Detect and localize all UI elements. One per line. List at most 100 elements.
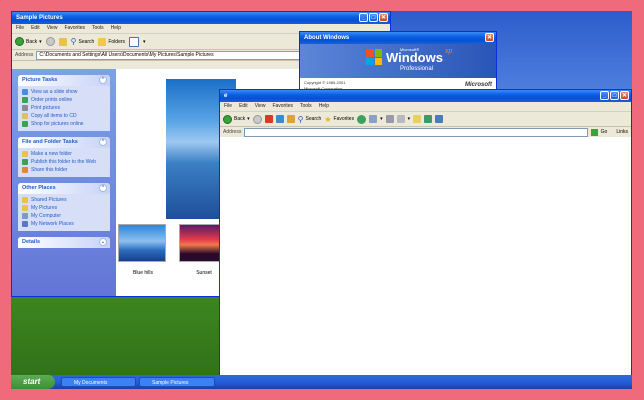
- refresh-icon[interactable]: [275, 115, 284, 123]
- task-pane: Picture Tasks ⌃ View as a slide show Ord…: [12, 69, 116, 296]
- up-folder-icon[interactable]: [58, 37, 67, 46]
- task-copy-cd[interactable]: Copy all items to CD: [18, 112, 110, 120]
- menu-edit[interactable]: Edit: [31, 24, 40, 33]
- taskbar-item-my-documents[interactable]: My Documents: [61, 377, 136, 387]
- links-button[interactable]: Links: [616, 129, 631, 135]
- print-icon[interactable]: [385, 115, 394, 123]
- search-icon: ⚲: [297, 114, 304, 124]
- microsoft-logo: Microsoft: [465, 82, 492, 88]
- task-slideshow[interactable]: View as a slide show: [18, 88, 110, 96]
- close-button[interactable]: ✕: [620, 91, 629, 100]
- close-button[interactable]: ✕: [485, 33, 494, 42]
- ie-titlebar[interactable]: e _ □ ✕: [220, 90, 631, 102]
- taskbar-item-sample-pictures[interactable]: Sample Pictures: [139, 377, 215, 387]
- xp-mark: xp: [445, 48, 453, 55]
- thumb-label: Blue hills: [132, 270, 153, 276]
- new-folder-icon: [22, 151, 28, 157]
- menu-help[interactable]: Help: [111, 24, 121, 33]
- ie-page-area[interactable]: [220, 137, 631, 388]
- menu-tools[interactable]: Tools: [92, 24, 104, 33]
- menu-file[interactable]: File: [16, 24, 24, 33]
- explorer-title: Sample Pictures: [16, 15, 63, 21]
- menu-view[interactable]: View: [255, 102, 266, 111]
- web-icon: [22, 121, 28, 127]
- minimize-button[interactable]: _: [359, 13, 368, 22]
- favorites-button[interactable]: ★ Favorites: [324, 115, 354, 124]
- start-label: start: [23, 377, 41, 386]
- folder-icon: [22, 197, 28, 203]
- address-label: Address: [15, 52, 34, 58]
- collapse-chevron-icon[interactable]: ⌃: [99, 184, 107, 192]
- maximize-button[interactable]: □: [369, 13, 378, 22]
- forward-arrow-icon[interactable]: [45, 37, 55, 46]
- folders-icon: [98, 37, 107, 46]
- menu-help[interactable]: Help: [319, 102, 329, 111]
- star-icon: ★: [324, 114, 332, 124]
- ie-toolbar: Back ▾ ⚲ Search ★ Favorites ▾ ▾: [220, 112, 631, 127]
- menu-tools[interactable]: Tools: [300, 102, 312, 111]
- menu-view[interactable]: View: [47, 24, 58, 33]
- details-header[interactable]: Details ⌄: [18, 237, 110, 248]
- maximize-button[interactable]: □: [610, 91, 619, 100]
- about-titlebar[interactable]: About Windows ✕: [300, 32, 496, 44]
- desktop: Sample Pictures _ □ ✕ File Edit View Fav…: [11, 11, 632, 389]
- go-button[interactable]: Go: [601, 129, 608, 135]
- other-places-header[interactable]: Other Places ⌃: [18, 183, 110, 194]
- research-icon[interactable]: [435, 115, 444, 123]
- menu-favorites[interactable]: Favorites: [272, 102, 293, 111]
- task-shop[interactable]: Shop for pictures online: [18, 120, 110, 128]
- ie-logo-icon: e: [224, 93, 228, 99]
- search-button[interactable]: ⚲ Search: [71, 37, 95, 46]
- place-my-pictures[interactable]: My Pictures: [18, 204, 110, 212]
- place-my-computer[interactable]: My Computer: [18, 212, 110, 220]
- back-button[interactable]: Back ▾: [223, 114, 250, 124]
- stop-icon[interactable]: [264, 115, 273, 123]
- file-tasks-header[interactable]: File and Folder Tasks ⌃: [18, 137, 110, 148]
- ie-address-input[interactable]: [244, 127, 588, 137]
- edit-icon[interactable]: [396, 115, 405, 123]
- task-share[interactable]: Share this folder: [18, 166, 110, 174]
- computer-icon: [22, 213, 28, 219]
- task-publish[interactable]: Publish this folder to the Web: [18, 158, 110, 166]
- start-button[interactable]: start: [11, 375, 55, 389]
- thumbnail-blue-hills[interactable]: Blue hills: [118, 224, 168, 276]
- windows-banner: Microsoft® Windows xp Professional: [300, 44, 496, 78]
- collapse-chevron-icon[interactable]: ⌃: [99, 76, 107, 84]
- blue-hills-image: [118, 224, 166, 262]
- picture-tasks-header[interactable]: Picture Tasks ⌃: [18, 75, 110, 86]
- task-order-prints[interactable]: Order prints online: [18, 96, 110, 104]
- menu-favorites[interactable]: Favorites: [64, 24, 85, 33]
- back-button[interactable]: Back ▾: [15, 37, 42, 46]
- place-network[interactable]: My Network Places: [18, 220, 110, 228]
- messenger-icon[interactable]: [424, 115, 433, 123]
- home-icon[interactable]: [286, 115, 295, 123]
- folders-button[interactable]: Folders: [98, 37, 125, 46]
- windows-brand: Windows: [386, 50, 443, 65]
- forward-arrow-icon[interactable]: [252, 114, 262, 124]
- discuss-icon[interactable]: [413, 115, 422, 123]
- search-button[interactable]: ⚲ Search: [298, 115, 322, 124]
- go-arrow-icon[interactable]: [590, 128, 598, 136]
- explorer-titlebar[interactable]: Sample Pictures _ □ ✕: [12, 12, 390, 24]
- close-button[interactable]: ✕: [379, 13, 388, 22]
- views-icon[interactable]: [129, 36, 140, 47]
- collapse-chevron-icon[interactable]: ⌃: [99, 138, 107, 146]
- menu-file[interactable]: File: [224, 102, 232, 111]
- task-print[interactable]: Print pictures: [18, 104, 110, 112]
- ie-menubar: File Edit View Favorites Tools Help: [220, 102, 631, 112]
- slideshow-icon: [22, 89, 28, 95]
- history-icon[interactable]: [357, 114, 367, 124]
- about-title: About Windows: [304, 35, 350, 41]
- minimize-button[interactable]: _: [600, 91, 609, 100]
- expand-chevron-icon[interactable]: ⌄: [99, 238, 107, 246]
- copyright: Copyright © 1985-2001: [304, 80, 346, 85]
- printer-icon: [22, 105, 28, 111]
- place-shared-pictures[interactable]: Shared Pictures: [18, 196, 110, 204]
- back-arrow-icon: [15, 37, 24, 46]
- task-new-folder[interactable]: Make a new folder: [18, 150, 110, 158]
- menu-edit[interactable]: Edit: [239, 102, 248, 111]
- back-arrow-icon: [223, 114, 232, 124]
- picture-tasks-box: Picture Tasks ⌃ View as a slide show Ord…: [18, 75, 110, 131]
- mail-icon[interactable]: [369, 115, 378, 123]
- ie-window: e _ □ ✕ File Edit View Favorites Tools H…: [219, 89, 632, 389]
